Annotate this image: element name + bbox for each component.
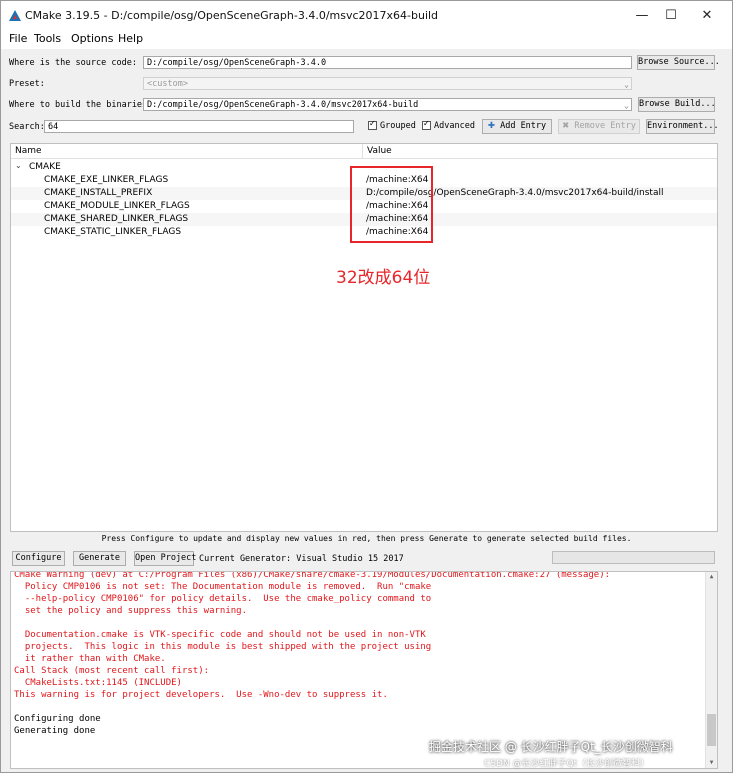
entry-name: CMAKE_EXE_LINKER_FLAGS [44, 175, 169, 185]
column-divider [362, 144, 363, 158]
menu-help[interactable]: Help [118, 32, 143, 45]
col-value: Value [367, 146, 392, 156]
search-input[interactable]: 64 [44, 120, 354, 133]
table-header: Name Value [11, 144, 717, 159]
entry-name: CMAKE_MODULE_LINKER_FLAGS [44, 201, 190, 211]
menu-tools[interactable]: Tools [34, 32, 61, 45]
scroll-up-icon[interactable]: ▲ [706, 572, 717, 582]
maximize-icon[interactable]: ☐ [653, 1, 689, 31]
chevron-down-icon: ⌄ [624, 80, 629, 89]
log-line: projects. This logic in this module is b… [14, 642, 432, 652]
window-title: CMake 3.19.5 - D:/compile/osg/OpenSceneG… [25, 9, 439, 22]
progress-bar [552, 551, 715, 564]
open-project-button[interactable]: Open Project [134, 551, 196, 566]
entry-name: CMAKE_STATIC_LINKER_FLAGS [44, 227, 182, 237]
menu-options[interactable]: Options [71, 32, 113, 45]
browse-source-button[interactable]: Browse Source... [637, 55, 720, 70]
log-line: Documentation.cmake is VTK-specific code… [14, 630, 426, 640]
log-line: --help-policy CMP0106" for policy detail… [14, 594, 432, 604]
log-line: Policy CMP0106 is not set: The Documenta… [14, 582, 432, 592]
chevron-down-icon: ⌄ [624, 101, 629, 110]
plus-icon: ✚ [487, 121, 495, 131]
scroll-thumb[interactable] [707, 714, 716, 746]
source-path-input[interactable]: D:/compile/osg/OpenSceneGraph-3.4.0 [143, 56, 632, 69]
grouped-label: Grouped [380, 121, 416, 131]
log-line: it rather than with CMake. [14, 654, 166, 664]
checkbox-checked-icon [368, 119, 377, 130]
scroll-down-icon[interactable]: ▼ [706, 758, 717, 768]
preset-label: Preset: [9, 79, 45, 89]
log-line: Configuring done [14, 714, 101, 724]
menu-file[interactable]: File [9, 32, 27, 45]
highlight-box [350, 166, 433, 243]
log-line: CMake Warning (dev) at C:/Program Files … [14, 571, 611, 580]
group-label: CMAKE [29, 162, 61, 172]
build-label: Where to build the binaries: [9, 100, 153, 110]
watermark-csdn: CSDN @长沙红胖子Qt（长沙创微智科） [484, 759, 650, 769]
add-entry-label: Add Entry [500, 121, 547, 131]
build-path-combo[interactable]: D:/compile/osg/OpenSceneGraph-3.4.0/msvc… [143, 98, 632, 111]
search-label: Search: [9, 122, 45, 132]
generate-button[interactable]: Generate [73, 551, 126, 566]
log-line: set the policy and suppress this warning… [14, 606, 247, 616]
col-name: Name [15, 146, 42, 156]
close-icon[interactable]: ✕ [689, 1, 725, 31]
cmake-window: CMake 3.19.5 - D:/compile/osg/OpenSceneG… [0, 0, 733, 773]
title-bar: CMake 3.19.5 - D:/compile/osg/OpenSceneG… [1, 1, 732, 31]
remove-entry-button[interactable]: ✖ Remove Entry [558, 119, 640, 134]
menu-bar: File Tools Options Help [1, 31, 732, 49]
annotation-text: 32改成64位 [336, 268, 431, 288]
chevron-down-icon[interactable]: ⌄ [15, 161, 22, 170]
log-line: This warning is for project developers. … [14, 690, 388, 700]
add-entry-button[interactable]: ✚ Add Entry [482, 119, 552, 134]
build-path-value: D:/compile/osg/OpenSceneGraph-3.4.0/msvc… [147, 100, 419, 110]
log-scrollbar[interactable]: ▲ ▼ [705, 572, 717, 768]
remove-entry-label: Remove Entry [574, 121, 636, 131]
entry-name: CMAKE_SHARED_LINKER_FLAGS [44, 214, 189, 224]
current-generator: Current Generator: Visual Studio 15 2017 [199, 554, 404, 564]
source-label: Where is the source code: [9, 58, 137, 68]
remove-icon: ✖ [562, 121, 570, 131]
hint-text: Press Configure to update and display ne… [101, 534, 632, 543]
advanced-checkbox[interactable]: Advanced [422, 119, 475, 133]
advanced-label: Advanced [434, 121, 475, 131]
checkbox-checked-icon [422, 119, 431, 130]
log-line: Generating done [14, 726, 96, 736]
browse-build-button[interactable]: Browse Build... [638, 97, 716, 112]
watermark: 掘金技术社区 @ 长沙红胖子Qt_长沙创微智科 [429, 740, 673, 754]
environment-button[interactable]: Environment... [646, 119, 719, 134]
cmake-logo-icon [9, 10, 21, 21]
configure-button[interactable]: Configure [12, 551, 65, 566]
preset-select[interactable]: <custom> ⌄ [143, 77, 632, 90]
log-line: CMakeLists.txt:1145 (INCLUDE) [14, 678, 182, 688]
preset-value: <custom> [147, 79, 188, 89]
grouped-checkbox[interactable]: Grouped [368, 119, 416, 133]
log-line: Call Stack (most recent call first): [14, 666, 210, 676]
entry-name: CMAKE_INSTALL_PREFIX [44, 188, 153, 198]
